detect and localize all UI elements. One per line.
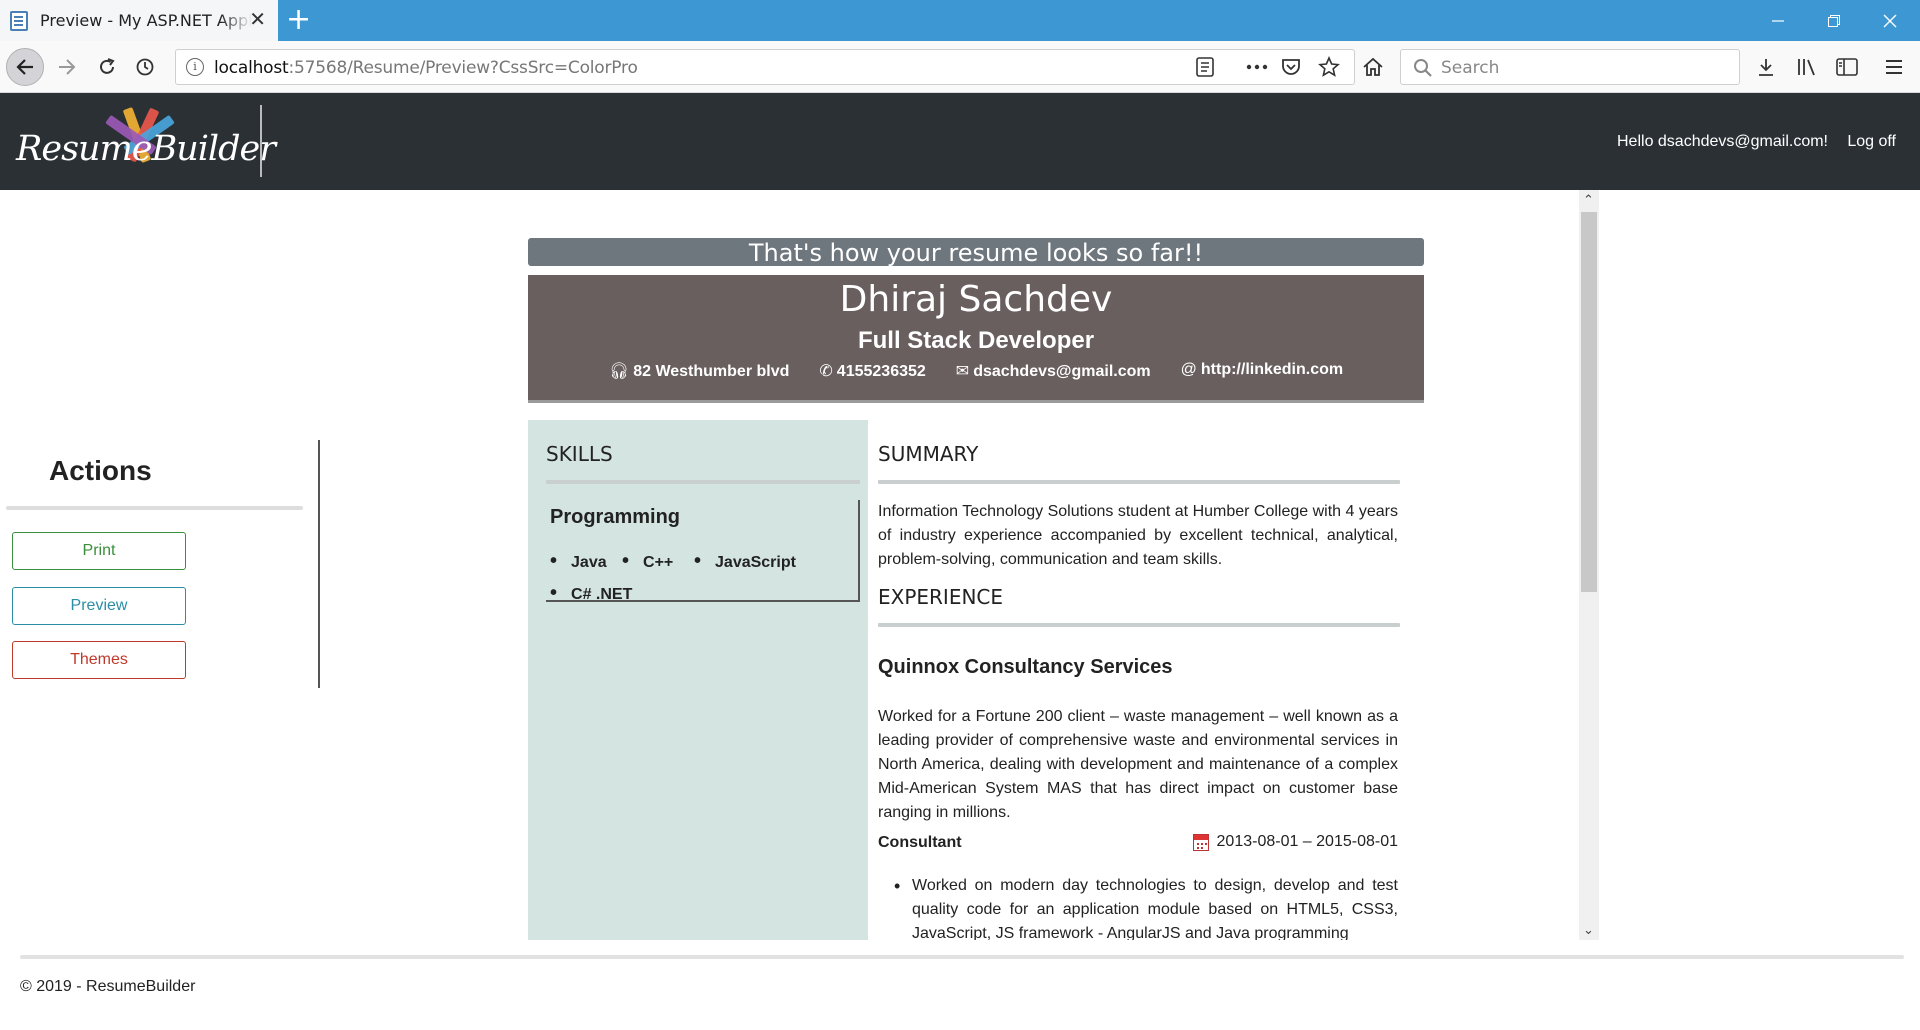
website-item: @ http://linkedin.com: [1180, 361, 1344, 378]
resume-preview-frame[interactable]: That's how your resume looks so far!! Dh…: [528, 190, 1600, 940]
responsibility-item: Worked on modern day technologies to des…: [894, 874, 1398, 940]
skill-item: C# .NET: [550, 582, 632, 605]
sidebar-toggle-icon[interactable]: [1836, 50, 1858, 84]
pocket-icon[interactable]: [1281, 50, 1301, 84]
skills-column: SKILLS Programming Java C++ JavaScript C…: [528, 420, 868, 940]
preview-banner: That's how your resume looks so far!!: [528, 238, 1424, 267]
page-favicon-icon: [10, 10, 28, 31]
logoff-link[interactable]: Log off: [1847, 133, 1896, 151]
experience-divider: [878, 623, 1400, 627]
tab-title: Preview - My ASP.NET Application: [40, 11, 252, 30]
resume-header: Dhiraj Sachdev Full Stack Developer 🎧︎ 82…: [528, 275, 1424, 403]
skill-item: C++: [622, 550, 673, 573]
experience-heading: EXPERIENCE: [878, 585, 1004, 609]
browser-toolbar: i localhost:57568/Resume/Preview?CssSrc=…: [0, 41, 1920, 93]
company-name: Quinnox Consultancy Services: [878, 656, 1173, 678]
skill-item: Java: [550, 550, 607, 573]
close-tab-icon[interactable]: ✕: [249, 9, 266, 31]
restore-window-icon[interactable]: [1806, 0, 1862, 41]
reader-view-icon[interactable]: [1196, 50, 1214, 84]
footer-divider: [20, 955, 1904, 959]
phone-item: ✆ 4155236352: [819, 363, 926, 380]
site-info-icon[interactable]: i: [186, 58, 204, 76]
browser-tab[interactable]: Preview - My ASP.NET Application ✕: [0, 0, 278, 41]
summary-heading: SUMMARY: [878, 442, 979, 466]
email-item: ✉ dsachdevs@gmail.com: [955, 363, 1151, 380]
resume-job-title: Full Stack Developer: [857, 327, 1095, 354]
back-arrow-icon[interactable]: [6, 48, 44, 86]
history-clock-icon[interactable]: [128, 50, 162, 84]
reload-icon[interactable]: [90, 50, 124, 84]
skill-item: JavaScript: [694, 550, 796, 573]
address-bar[interactable]: i localhost:57568/Resume/Preview?CssSrc=…: [175, 49, 1355, 85]
bookmark-star-icon[interactable]: [1318, 50, 1340, 84]
preview-scrollbar[interactable]: ⌃ ⌄: [1579, 190, 1599, 940]
contact-row: 🎧︎ 82 Westhumber blvd ✆ 4155236352 ✉ dsachd…: [528, 361, 1424, 381]
print-button[interactable]: Print: [12, 532, 186, 570]
search-placeholder: Search: [1441, 58, 1500, 78]
summary-text: Information Technology Solutions student…: [878, 503, 1398, 568]
resume-name: Dhiraj Sachdev: [839, 279, 1113, 320]
logo-text: ResumeBuilder: [16, 129, 276, 169]
forward-arrow-icon[interactable]: [50, 50, 84, 84]
library-icon[interactable]: [1796, 50, 1818, 84]
page-actions-icon[interactable]: [1246, 50, 1268, 84]
home-icon[interactable]: [1362, 50, 1384, 84]
headphones-icon: 🎧︎: [608, 363, 630, 380]
actions-divider: [6, 506, 303, 510]
scroll-up-arrow-icon[interactable]: ⌃: [1583, 192, 1594, 208]
role-title: Consultant: [878, 834, 962, 851]
preview-button[interactable]: Preview: [12, 587, 186, 625]
role-dates: 2013-08-01 – 2015-08-01: [1192, 833, 1398, 851]
site-header: ResumeBuilder Hello dsachdevs@gmail.com!…: [0, 93, 1920, 190]
envelope-icon: ✉: [955, 363, 970, 380]
downloads-icon[interactable]: [1756, 50, 1776, 84]
scroll-down-arrow-icon[interactable]: ⌄: [1583, 922, 1594, 938]
new-tab-icon[interactable]: +: [286, 4, 311, 36]
skill-category: Programming: [550, 506, 681, 528]
user-greeting-link[interactable]: Hello dsachdevs@gmail.com!: [1617, 133, 1828, 151]
browser-tab-strip: Preview - My ASP.NET Application ✕ +: [0, 0, 1920, 41]
address-item: 🎧︎ 82 Westhumber blvd: [608, 363, 790, 380]
scrollbar-thumb[interactable]: [1581, 212, 1597, 592]
summary-divider: [878, 480, 1400, 484]
calendar-icon: [1192, 833, 1209, 851]
footer-copyright: © 2019 - ResumeBuilder: [20, 978, 196, 995]
actions-panel: Actions Print Preview Themes: [6, 440, 320, 688]
company-description: Worked for a Fortune 200 client – waste …: [878, 708, 1398, 821]
resumebuilder-logo[interactable]: ResumeBuilder: [14, 105, 276, 177]
search-icon: [1413, 58, 1433, 83]
themes-button[interactable]: Themes: [12, 641, 186, 679]
skill-group: Programming Java C++ JavaScript C# .NET: [546, 500, 860, 605]
skills-divider: [546, 480, 860, 484]
phone-icon: ✆: [819, 363, 833, 380]
url-text: localhost:57568/Resume/Preview?CssSrc=Co…: [214, 58, 638, 78]
at-sign-icon: @: [1180, 361, 1197, 378]
actions-title: Actions: [49, 455, 152, 486]
minimize-window-icon[interactable]: [1750, 0, 1806, 41]
menu-hamburger-icon[interactable]: [1885, 50, 1903, 84]
search-input[interactable]: Search: [1400, 49, 1740, 85]
skills-heading: SKILLS: [546, 442, 613, 466]
close-window-icon[interactable]: [1862, 0, 1918, 41]
